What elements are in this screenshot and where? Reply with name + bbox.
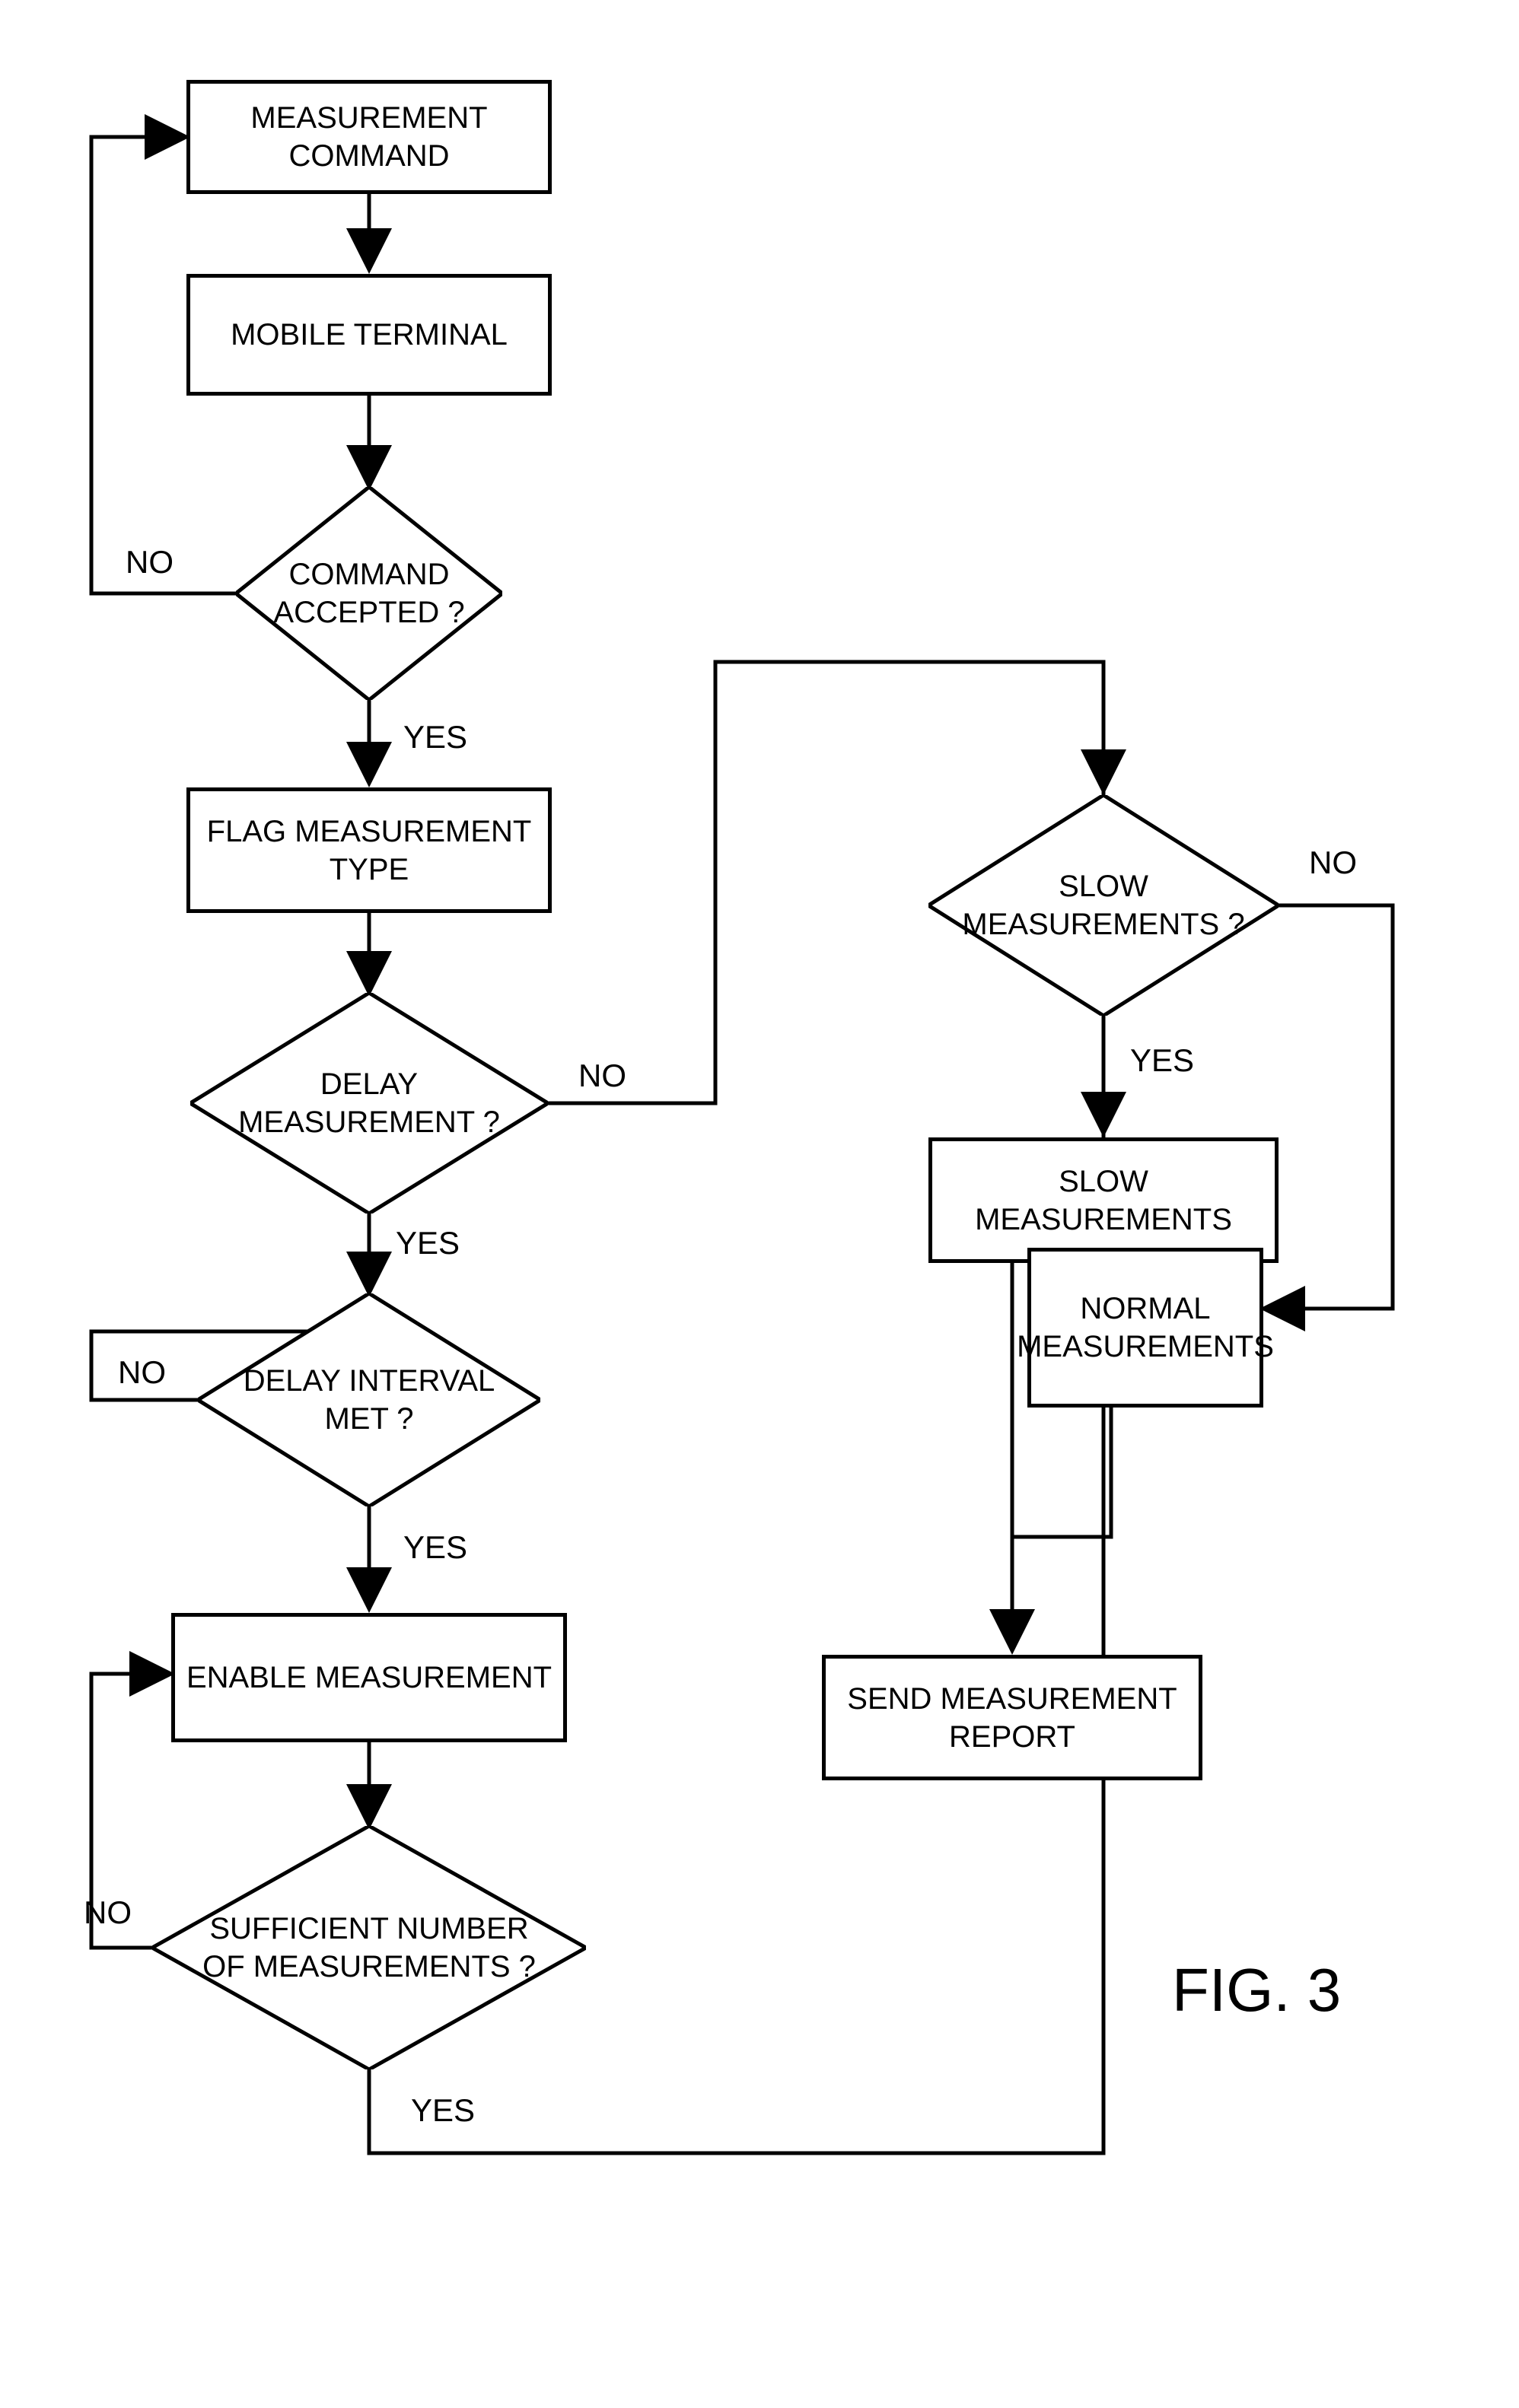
node-text: SLOW MEASUREMENTS ? (962, 867, 1244, 943)
node-slow-measurements: SLOW MEASUREMENTS (928, 1137, 1279, 1263)
node-command-accepted: COMMAND ACCEPTED ? (236, 487, 502, 700)
figure-label: FIG. 3 (1172, 1955, 1341, 2025)
node-slow-measurements-decision: SLOW MEASUREMENTS ? (928, 795, 1279, 1016)
edge-label-yes: YES (396, 1225, 460, 1261)
node-normal-measurements: NORMAL MEASUREMENTS (1027, 1248, 1263, 1408)
edge-label-no: NO (118, 1354, 166, 1391)
flowchart-canvas: MEASUREMENT COMMAND MOBILE TERMINAL COMM… (0, 0, 1519, 2408)
node-delay-interval-met: DELAY INTERVAL MET ? (198, 1293, 540, 1506)
edge-label-no: NO (578, 1058, 626, 1094)
edge-label-no: NO (1309, 845, 1357, 881)
node-text: DELAY INTERVAL MET ? (244, 1362, 495, 1438)
node-text: COMMAND ACCEPTED ? (273, 555, 464, 631)
node-send-measurement-report: SEND MEASUREMENT REPORT (822, 1655, 1202, 1780)
node-text: ENABLE MEASUREMENT (186, 1659, 552, 1697)
node-text: SUFFICIENT NUMBER OF MEASUREMENTS ? (202, 1910, 536, 1986)
node-delay-measurement: DELAY MEASUREMENT ? (190, 993, 548, 1214)
node-text: MEASUREMENT COMMAND (250, 99, 487, 175)
node-mobile-terminal: MOBILE TERMINAL (186, 274, 552, 396)
node-flag-measurement-type: FLAG MEASUREMENT TYPE (186, 787, 552, 913)
node-text: SLOW MEASUREMENTS (975, 1163, 1232, 1239)
node-enable-measurement: ENABLE MEASUREMENT (171, 1613, 567, 1742)
edge-label-yes: YES (411, 2092, 475, 2129)
node-text: NORMAL MEASUREMENTS (1017, 1290, 1274, 1366)
figure-label-text: FIG. 3 (1172, 1956, 1341, 2024)
edge-label-yes: YES (1130, 1042, 1194, 1079)
node-measurement-command: MEASUREMENT COMMAND (186, 80, 552, 194)
node-text: MOBILE TERMINAL (231, 316, 508, 354)
node-text: SEND MEASUREMENT REPORT (847, 1680, 1177, 1756)
edge-label-no: NO (126, 544, 174, 581)
edge-label-yes: YES (403, 1529, 467, 1566)
node-text: FLAG MEASUREMENT TYPE (207, 813, 532, 889)
edge-label-yes: YES (403, 719, 467, 755)
node-text: DELAY MEASUREMENT ? (238, 1065, 500, 1141)
edge-label-no: NO (84, 1894, 132, 1931)
node-sufficient-measurements: SUFFICIENT NUMBER OF MEASUREMENTS ? (152, 1826, 586, 2069)
